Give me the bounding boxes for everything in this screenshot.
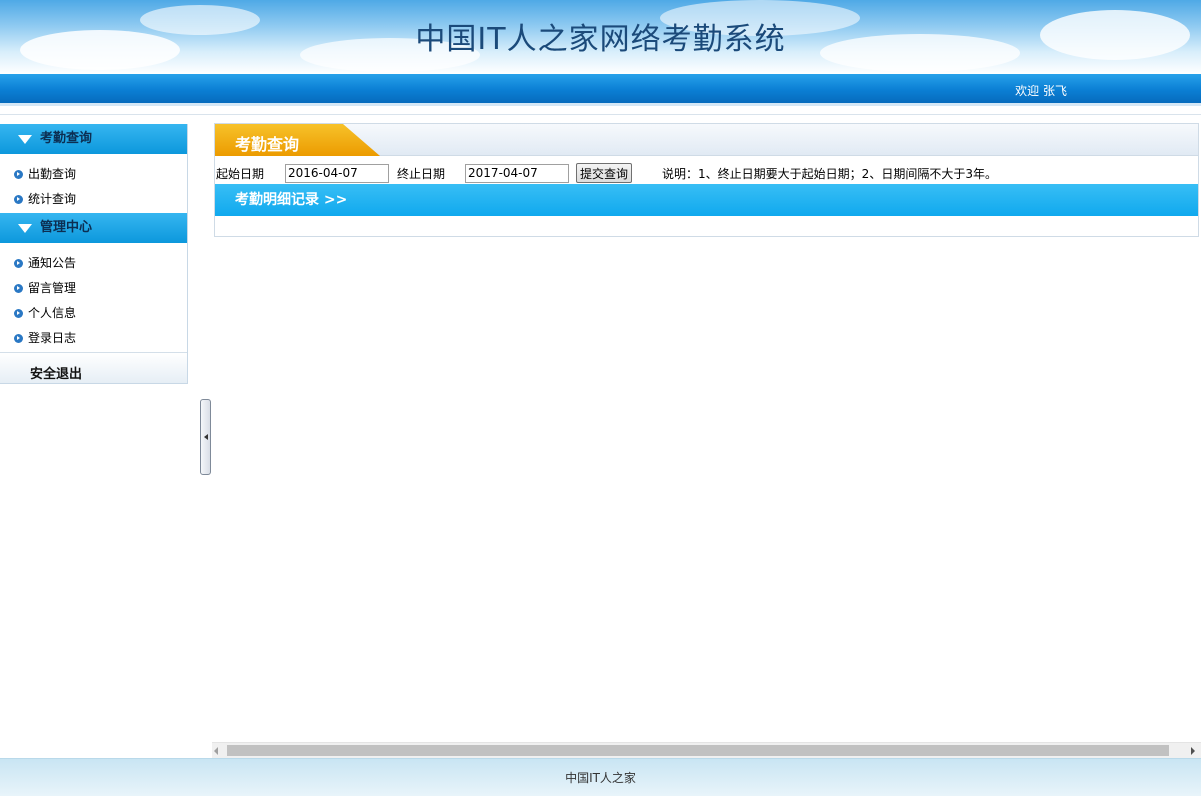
query-note: 说明：1、终止日期要大于起始日期；2、日期间隔不大于3年。 — [662, 166, 997, 181]
sidebar-item-label: 登录日志 — [28, 331, 77, 345]
arrow-circle-icon — [14, 309, 23, 318]
sidebar-item-label: 个人信息 — [28, 306, 77, 320]
tab-title: 考勤查询 — [235, 135, 300, 154]
start-date-input[interactable] — [285, 163, 390, 183]
arrow-circle-icon — [14, 195, 23, 204]
end-date-input[interactable] — [465, 163, 570, 183]
sidebar-item-statistics[interactable]: 统计查询 — [0, 187, 187, 212]
system-title: 中国IT人之家网络考勤系统 — [415, 22, 786, 57]
start-date-label: 起始日期 — [216, 166, 265, 181]
sidebar-list: 出勤查询 统计查询 — [0, 154, 187, 212]
sidebar: 考勤查询 出勤查询 统计查询 管理中心 通知公告 留言管理 个人信息 登录日志 — [0, 124, 188, 384]
footer: 中国IT人之家 — [0, 758, 1201, 796]
chevron-left-icon — [203, 434, 208, 440]
sidebar-item-messages[interactable]: 留言管理 — [0, 276, 187, 301]
arrow-circle-icon — [14, 259, 23, 268]
detail-records-bar: 考勤明细记录 >> — [215, 184, 1198, 216]
arrow-circle-icon — [14, 284, 23, 293]
sidebar-item-label: 通知公告 — [28, 256, 77, 270]
header-banner: 中国IT人之家网络考勤系统 — [0, 0, 1201, 74]
sidebar-list: 通知公告 留言管理 个人信息 登录日志 — [0, 243, 187, 351]
triangle-down-icon — [18, 134, 32, 144]
arrow-circle-icon — [14, 170, 23, 179]
sidebar-section-title: 考勤查询 — [40, 131, 93, 146]
logout-button[interactable]: 安全退出 — [0, 352, 187, 383]
top-bar: 欢迎 张飞 — [0, 74, 1201, 103]
scroll-left-icon[interactable] — [214, 747, 218, 755]
query-form: 起始日期 终止日期 提交查询 说明：1、终止日期要大于起始日期；2、日期间隔不大… — [215, 162, 1198, 184]
welcome-text: 欢迎 张飞 — [1015, 84, 1067, 98]
horizontal-scrollbar[interactable] — [212, 742, 1201, 758]
sidebar-section-attendance-query[interactable]: 考勤查询 — [0, 124, 187, 154]
submit-query-button[interactable]: 提交查询 — [576, 163, 633, 183]
sidebar-item-label: 统计查询 — [28, 192, 77, 206]
panel-header: 考勤查询 — [215, 124, 1198, 156]
sidebar-collapse-handle[interactable] — [200, 399, 211, 475]
arrow-circle-icon — [14, 334, 23, 343]
triangle-down-icon — [18, 223, 32, 233]
scroll-right-icon[interactable] — [1191, 747, 1195, 755]
divider — [0, 103, 1201, 106]
attendance-query-panel: 考勤查询 起始日期 终止日期 提交查询 说明：1、终止日期要大于起始日期；2、日… — [214, 123, 1199, 237]
sidebar-item-profile[interactable]: 个人信息 — [0, 301, 187, 326]
sidebar-item-login-log[interactable]: 登录日志 — [0, 326, 187, 351]
sidebar-item-label: 出勤查询 — [28, 167, 77, 181]
sidebar-item-notice[interactable]: 通知公告 — [0, 251, 187, 276]
sidebar-item-attendance[interactable]: 出勤查询 — [0, 162, 187, 187]
scrollbar-thumb[interactable] — [227, 745, 1169, 756]
sidebar-section-management[interactable]: 管理中心 — [0, 213, 187, 243]
sidebar-item-label: 留言管理 — [28, 281, 77, 295]
divider — [0, 114, 1201, 115]
end-date-label: 终止日期 — [397, 166, 446, 181]
sidebar-section-title: 管理中心 — [40, 220, 93, 235]
